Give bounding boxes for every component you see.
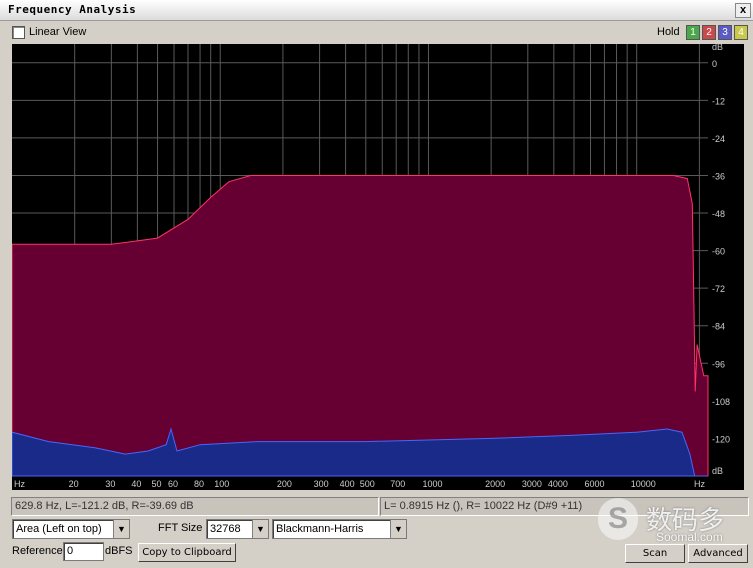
- reference-label: Reference: [12, 545, 63, 557]
- db-tick-label: -84: [712, 322, 725, 332]
- window-titlebar[interactable]: Frequency Analysis x: [0, 0, 753, 21]
- db-tick-label: -120: [712, 434, 730, 444]
- hold-label: Hold: [657, 26, 680, 38]
- spectrum-graph[interactable]: dB 0 -12 -24 -36 -48 -60 -72 -84 -96 -108 -120 dB Hz 2…: [12, 44, 744, 490]
- db-tick-label: -108: [712, 397, 730, 407]
- fft-size-value: 32768: [210, 523, 241, 535]
- hz-tick-label: Hz: [14, 479, 25, 489]
- chevron-down-icon[interactable]: ▼: [252, 520, 268, 538]
- hz-tick-label: 50: [152, 479, 162, 489]
- reference-unit: dBFS: [105, 545, 133, 557]
- db-tick-label: 0: [712, 59, 717, 69]
- fft-size-select[interactable]: 32768 ▼: [206, 519, 269, 539]
- db-tick-label: dB: [712, 466, 723, 476]
- db-tick-label: dB: [712, 44, 723, 52]
- db-tick-label: -36: [712, 171, 725, 181]
- hz-tick-label: 200: [277, 479, 292, 489]
- db-tick-label: -72: [712, 284, 725, 294]
- window-title: Frequency Analysis: [8, 3, 137, 16]
- watermark: S 数码多 Soomal.com: [598, 498, 748, 546]
- toolbar: Linear View Hold 1 2 3 4: [0, 21, 753, 43]
- hold-button-3[interactable]: 3: [718, 25, 732, 40]
- hz-tick-label: 30: [105, 479, 115, 489]
- watermark-logo-icon: S: [598, 498, 638, 540]
- window-function-select[interactable]: Blackmann-Harris ▼: [272, 519, 407, 539]
- hold-button-2[interactable]: 2: [702, 25, 716, 40]
- db-tick-label: -96: [712, 359, 725, 369]
- linear-view-label[interactable]: Linear View: [29, 26, 86, 38]
- cursor-readout: 629.8 Hz, L=-121.2 dB, R=-39.69 dB: [11, 497, 379, 516]
- hz-tick-label: 10000: [631, 479, 656, 489]
- close-button[interactable]: x: [735, 3, 751, 18]
- hz-tick-label: 100: [214, 479, 229, 489]
- copy-to-clipboard-button[interactable]: Copy to Clipboard: [138, 543, 236, 562]
- watermark-url: Soomal.com: [656, 530, 723, 544]
- advanced-button[interactable]: Advanced: [688, 544, 748, 563]
- hold-button-4[interactable]: 4: [734, 25, 748, 40]
- db-tick-label: -24: [712, 134, 725, 144]
- hz-tick-label: 6000: [585, 479, 605, 489]
- left-channel-area: [12, 175, 709, 477]
- hz-tick-label: 60: [168, 479, 178, 489]
- hz-tick-label: 300: [314, 479, 329, 489]
- scan-button[interactable]: Scan: [625, 544, 685, 563]
- hz-tick-label: Hz: [694, 479, 705, 489]
- chevron-down-icon[interactable]: ▼: [390, 520, 406, 538]
- hz-tick-label: 80: [194, 479, 204, 489]
- hz-tick-label: 4000: [548, 479, 568, 489]
- hz-tick-label: 20: [69, 479, 79, 489]
- hz-tick-label: 40: [131, 479, 141, 489]
- hz-tick-label: 3000: [522, 479, 542, 489]
- fft-size-label: FFT Size: [158, 522, 203, 534]
- window-function-value: Blackmann-Harris: [276, 523, 364, 535]
- chevron-down-icon[interactable]: ▼: [113, 520, 129, 538]
- reference-input[interactable]: 0: [63, 542, 104, 561]
- hz-tick-label: 1000: [422, 479, 442, 489]
- spectrum-plot[interactable]: dB 0 -12 -24 -36 -48 -60 -72 -84 -96 -108 -120 dB Hz 2…: [12, 44, 744, 490]
- hz-tick-label: 400: [340, 479, 355, 489]
- db-tick-label: -12: [712, 96, 725, 106]
- db-tick-label: -60: [712, 247, 725, 257]
- hz-tick-label: 700: [390, 479, 405, 489]
- hz-tick-label: 500: [360, 479, 375, 489]
- hz-tick-label: 2000: [485, 479, 505, 489]
- hold-button-1[interactable]: 1: [686, 25, 700, 40]
- db-tick-label: -48: [712, 209, 725, 219]
- linear-view-checkbox[interactable]: [12, 26, 25, 39]
- display-mode-value: Area (Left on top): [16, 523, 102, 535]
- display-mode-select[interactable]: Area (Left on top) ▼: [12, 519, 130, 539]
